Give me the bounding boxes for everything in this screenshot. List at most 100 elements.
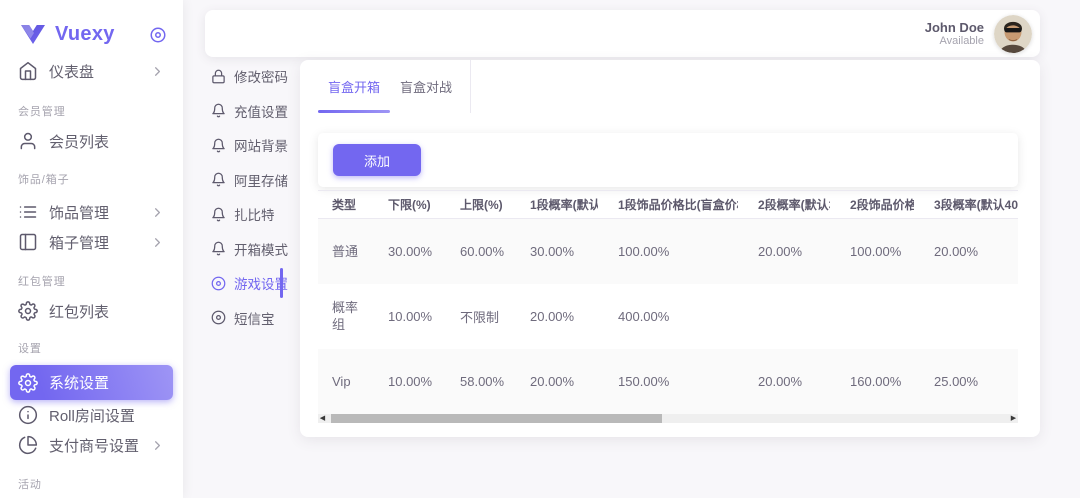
cell-lower-limit: 30.00% xyxy=(368,219,440,284)
tab-content: 添加 类型 下限(%) 上限(%) 1段概率(默认20%) 1段饰品价格比(盲盒… xyxy=(318,133,1018,423)
cell-stage2-price-ratio xyxy=(830,284,914,349)
settings-submenu: 修改密码 充值设置 网站背景 阿里存储 扎比特 xyxy=(205,61,301,337)
tab-divider xyxy=(470,60,471,113)
cell-stage1-probability: 30.00% xyxy=(510,219,598,284)
bell-icon xyxy=(211,172,226,187)
sidebar-item-box-management[interactable]: 箱子管理 xyxy=(10,227,173,257)
bell-icon xyxy=(211,207,226,222)
sidebar-section-items-boxes: 饰品/箱子 xyxy=(10,171,173,187)
sidebar-item-accessory-management[interactable]: 饰品管理 xyxy=(10,197,173,227)
submenu-item-unbox-mode[interactable]: 开箱模式 xyxy=(205,234,301,264)
settings-table: 类型 下限(%) 上限(%) 1段概率(默认20%) 1段饰品价格比(盲盒价格*… xyxy=(318,190,1018,414)
cell-stage3-probability: 20.00% xyxy=(914,219,1018,284)
lock-icon xyxy=(211,69,226,84)
chevron-right-icon xyxy=(150,438,165,453)
tab-blindbox-open[interactable]: 盲盒开箱 xyxy=(318,60,390,113)
user-status: Available xyxy=(925,35,984,48)
top-header: John Doe Available xyxy=(205,10,1040,57)
menu-pin-icon[interactable] xyxy=(149,26,167,44)
vuexy-logo-icon xyxy=(20,24,46,45)
col-header-type: 类型 xyxy=(318,191,368,219)
sidebar-item-member-list[interactable]: 会员列表 xyxy=(10,126,173,156)
add-button[interactable]: 添加 xyxy=(333,144,421,176)
gear-icon xyxy=(18,301,38,321)
cell-stage1-price-ratio: 150.00% xyxy=(598,349,738,414)
bell-icon xyxy=(211,138,226,153)
cell-stage2-probability: 20.00% xyxy=(738,219,830,284)
sidebar-item-roll-room-settings[interactable]: Roll房间设置 xyxy=(10,400,173,430)
cell-type: 概率组 xyxy=(318,284,368,349)
info-icon xyxy=(18,405,38,425)
submenu-item-change-password[interactable]: 修改密码 xyxy=(205,61,301,91)
submenu-item-sms-bao[interactable]: 短信宝 xyxy=(205,303,301,333)
table-row[interactable]: Vip 10.00% 58.00% 20.00% 150.00% 20.00% … xyxy=(318,349,1018,414)
sidebar-item-label: Roll房间设置 xyxy=(49,405,135,426)
chevron-right-icon xyxy=(150,235,165,250)
cell-stage1-probability: 20.00% xyxy=(510,284,598,349)
table-header-row: 类型 下限(%) 上限(%) 1段概率(默认20%) 1段饰品价格比(盲盒价格*… xyxy=(318,191,1018,219)
sidebar-nav: 仪表盘 会员管理 会员列表 饰品/箱子 饰品管理 xyxy=(0,52,183,492)
sidebar-item-label: 箱子管理 xyxy=(49,232,109,253)
cell-type: 普通 xyxy=(318,219,368,284)
table-row[interactable]: 概率组 10.00% 不限制 20.00% 400.00% xyxy=(318,284,1018,349)
col-header-stage2-probability: 2段概率(默认30%) xyxy=(738,191,830,219)
submenu-item-label: 游戏设置 xyxy=(234,273,288,293)
user-meta: John Doe Available xyxy=(925,20,984,48)
sidebar-item-system-settings[interactable]: 系统设置 xyxy=(10,365,173,400)
scroll-right-arrow[interactable]: ▶ xyxy=(1009,414,1018,423)
submenu-item-label: 扎比特 xyxy=(234,204,275,224)
user-avatar[interactable] xyxy=(994,15,1032,53)
sidebar-section-settings: 设置 xyxy=(10,340,173,356)
sidebar-section-members: 会员管理 xyxy=(10,103,173,119)
sidebar-item-label: 系统设置 xyxy=(49,372,109,393)
submenu-item-ali-storage[interactable]: 阿里存储 xyxy=(205,165,301,195)
disc-icon xyxy=(211,276,226,291)
submenu-item-website-background[interactable]: 网站背景 xyxy=(205,130,301,160)
submenu-item-recharge-settings[interactable]: 充值设置 xyxy=(205,96,301,126)
sidebar-item-label: 会员列表 xyxy=(49,131,109,152)
submenu-item-game-settings[interactable]: 游戏设置 xyxy=(205,268,301,298)
bell-icon xyxy=(211,241,226,256)
sidebar-section-activity: 活动 xyxy=(10,476,173,492)
cell-lower-limit: 10.00% xyxy=(368,349,440,414)
sidebar-section-redpacket: 红包管理 xyxy=(10,273,173,289)
scroll-left-arrow[interactable]: ◀ xyxy=(318,414,327,423)
cell-stage2-probability xyxy=(738,284,830,349)
horizontal-scrollbar[interactable]: ◀ ▶ xyxy=(318,414,1018,423)
cell-stage2-probability: 20.00% xyxy=(738,349,830,414)
submenu-item-label: 修改密码 xyxy=(234,66,288,86)
cell-upper-limit: 不限制 xyxy=(440,284,510,349)
user-name: John Doe xyxy=(925,20,984,35)
cell-stage3-probability: 25.00% xyxy=(914,349,1018,414)
toolbar: 添加 xyxy=(318,133,1018,187)
sidebar-item-dashboard[interactable]: 仪表盘 xyxy=(10,56,173,86)
brand-name: Vuexy xyxy=(55,23,115,46)
cell-stage2-price-ratio: 100.00% xyxy=(830,219,914,284)
submenu-item-zabit[interactable]: 扎比特 xyxy=(205,199,301,229)
scrollbar-thumb[interactable] xyxy=(331,414,662,423)
sidebar-item-label: 仪表盘 xyxy=(49,61,94,82)
sidebar-item-redpacket-list[interactable]: 红包列表 xyxy=(10,296,173,326)
primary-sidebar: Vuexy 仪表盘 会员管理 xyxy=(0,0,183,498)
chevron-right-icon xyxy=(150,64,165,79)
cell-stage3-probability xyxy=(914,284,1018,349)
col-header-stage1-price-ratio: 1段饰品价格比(盲盒价格*比例) xyxy=(598,191,738,219)
tab-bar: 盲盒开箱 盲盒对战 xyxy=(300,60,1040,113)
home-icon xyxy=(18,61,38,81)
submenu-item-label: 阿里存储 xyxy=(234,170,288,190)
cell-stage2-price-ratio: 160.00% xyxy=(830,349,914,414)
col-header-stage1-probability: 1段概率(默认20%) xyxy=(510,191,598,219)
submenu-item-label: 开箱模式 xyxy=(234,239,288,259)
table-row[interactable]: 普通 30.00% 60.00% 30.00% 100.00% 20.00% 1… xyxy=(318,219,1018,284)
cell-upper-limit: 58.00% xyxy=(440,349,510,414)
cell-stage1-price-ratio: 100.00% xyxy=(598,219,738,284)
list-icon xyxy=(18,202,38,222)
sidebar-item-label: 红包列表 xyxy=(49,301,109,322)
cell-type: Vip xyxy=(318,349,368,414)
cell-upper-limit: 60.00% xyxy=(440,219,510,284)
col-header-lower-limit: 下限(%) xyxy=(368,191,440,219)
sidebar-item-payment-merchant-settings[interactable]: 支付商号设置 xyxy=(10,430,173,460)
main-card: 盲盒开箱 盲盒对战 添加 类型 下限(%) 上限(%) 1段概率(默认20% xyxy=(300,60,1040,437)
tab-blindbox-battle[interactable]: 盲盒对战 xyxy=(390,60,462,113)
cell-lower-limit: 10.00% xyxy=(368,284,440,349)
